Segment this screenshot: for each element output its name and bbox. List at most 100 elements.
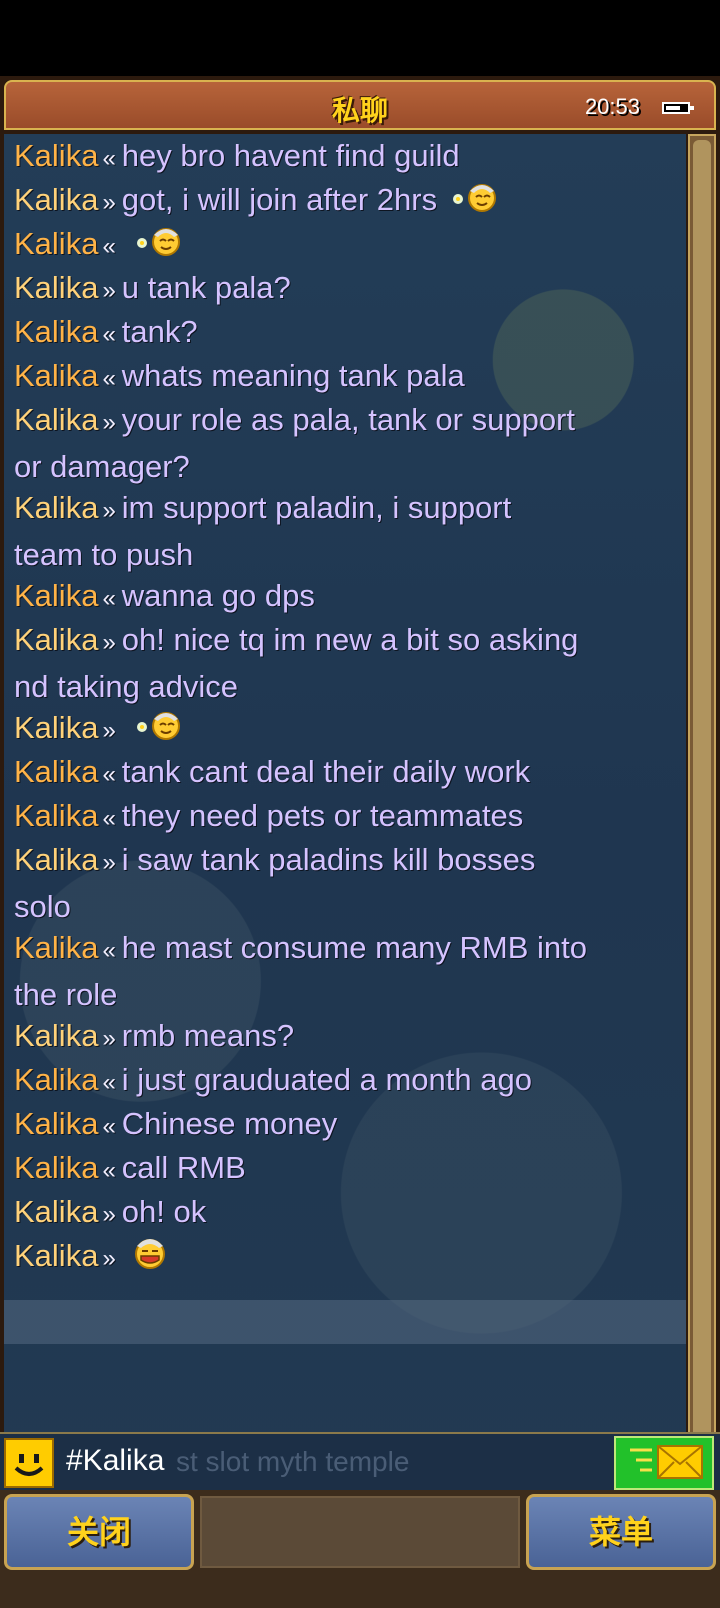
incoming-arrow-icon: « xyxy=(102,1113,116,1140)
message-text: he mast consume many RMB into xyxy=(121,930,587,965)
chat-message: Kalika «i just grauduated a month ago xyxy=(14,1058,674,1105)
chat-message: Kalika» u tank pala? xyxy=(14,266,674,313)
incoming-arrow-icon: « xyxy=(102,585,116,612)
outgoing-arrow-icon: » xyxy=(102,189,116,216)
send-button[interactable] xyxy=(614,1436,714,1490)
message-text: i saw tank paladins kill bosses xyxy=(121,842,536,877)
message-text: oh! ok xyxy=(121,1194,207,1229)
message-text: im support paladin, i support xyxy=(121,490,512,525)
outgoing-arrow-icon: » xyxy=(102,849,116,876)
message-text: hey bro havent find guild xyxy=(121,138,460,173)
sender-name[interactable]: Kalika xyxy=(14,490,98,525)
chat-message: Kalika «whats meaning tank pala xyxy=(14,354,674,401)
outgoing-arrow-icon: » xyxy=(102,1245,116,1273)
chat-message: Kalika» im support paladin, i support team… xyxy=(14,486,674,577)
incoming-arrow-icon: « xyxy=(102,321,116,348)
chat-message: Kalika» xyxy=(14,1234,674,1282)
message-text: wanna go dps xyxy=(121,578,315,613)
outgoing-arrow-icon: » xyxy=(102,629,116,656)
chat-message: Kalika» your role as pala, tank or suppor… xyxy=(14,398,674,489)
chat-message: Kalika» i saw tank paladins kill bosses so… xyxy=(14,838,674,929)
message-text: call RMB xyxy=(121,1150,246,1185)
scrollbar[interactable] xyxy=(688,134,716,1546)
message-text: tank? xyxy=(121,314,198,349)
message-text: whats meaning tank pala xyxy=(121,358,465,393)
sender-name[interactable]: Kalika xyxy=(14,1238,98,1273)
sender-name[interactable]: Kalika xyxy=(14,314,98,349)
sender-name[interactable]: Kalika xyxy=(14,1194,98,1229)
chat-message: Kalika» got, i will join after 2hrs xyxy=(14,178,674,225)
message-text: your role as pala, tank or support xyxy=(121,402,575,437)
incoming-arrow-icon: « xyxy=(102,365,116,392)
message-text-continued: the role xyxy=(14,977,118,1012)
bottom-bar: 关闭 菜单 xyxy=(0,1490,720,1608)
incoming-arrow-icon: « xyxy=(102,937,116,964)
outgoing-arrow-icon: » xyxy=(102,1025,116,1052)
chat-message: Kalika» xyxy=(14,706,674,753)
message-text-continued: solo xyxy=(14,889,71,924)
sender-name[interactable]: Kalika xyxy=(14,1150,98,1185)
battery-icon xyxy=(662,102,694,114)
title-bar: 私聊 20:53 xyxy=(4,80,716,130)
scroll-thumb[interactable] xyxy=(693,140,711,1536)
chat-message: Kalika «tank? xyxy=(14,310,674,357)
incoming-arrow-icon: « xyxy=(102,1157,116,1184)
sender-name[interactable]: Kalika xyxy=(14,270,98,305)
incoming-arrow-icon: « xyxy=(102,233,116,260)
chat-message: Kalika» oh! ok xyxy=(14,1190,674,1237)
bottom-center-panel xyxy=(200,1496,520,1568)
sender-name[interactable]: Kalika xyxy=(14,930,98,965)
sender-name[interactable]: Kalika xyxy=(14,842,98,877)
message-text: rmb means? xyxy=(121,1018,295,1053)
incoming-arrow-icon: « xyxy=(102,805,116,832)
outgoing-arrow-icon: » xyxy=(102,277,116,304)
outgoing-arrow-icon: » xyxy=(102,409,116,436)
background-ghost-text: st slot myth temple xyxy=(176,1446,410,1477)
incoming-arrow-icon: « xyxy=(102,761,116,788)
input-bar: st slot myth temple #Kalika xyxy=(0,1432,720,1492)
message-text-continued: nd taking advice xyxy=(14,669,239,704)
message-text: u tank pala? xyxy=(121,270,291,305)
sender-name[interactable]: Kalika xyxy=(14,710,98,745)
sender-name[interactable]: Kalika xyxy=(14,1062,98,1097)
laughing-helmet-icon xyxy=(130,1234,170,1282)
chat-window: 私聊 20:53 Kalika «hey bro havent find guil… xyxy=(0,76,720,1608)
sender-name[interactable]: Kalika xyxy=(14,622,98,657)
sender-name[interactable]: Kalika xyxy=(14,402,98,437)
close-button[interactable]: 关闭 xyxy=(4,1494,194,1570)
message-input[interactable]: #Kalika xyxy=(66,1444,164,1478)
chat-message: Kalika «they need pets or teammates xyxy=(14,794,674,841)
incoming-arrow-icon: « xyxy=(102,1069,116,1096)
chat-message: Kalika «he mast consume many RMB into the … xyxy=(14,926,674,1017)
outgoing-arrow-icon: » xyxy=(102,717,116,744)
message-text: Chinese money xyxy=(121,1106,338,1141)
chat-message: Kalika «hey bro havent find guild xyxy=(14,134,674,181)
menu-button[interactable]: 菜单 xyxy=(526,1494,716,1570)
chat-message: Kalika « xyxy=(14,222,674,269)
sender-name[interactable]: Kalika xyxy=(14,182,98,217)
smiley-face-icon xyxy=(6,1440,52,1486)
sender-name[interactable]: Kalika xyxy=(14,798,98,833)
message-text: got, i will join after 2hrs xyxy=(121,182,438,217)
sender-name[interactable]: Kalika xyxy=(14,578,98,613)
sender-name[interactable]: Kalika xyxy=(14,138,98,173)
selected-row-highlight xyxy=(4,1300,686,1344)
incoming-arrow-icon: « xyxy=(102,145,116,172)
chat-message: Kalika «tank cant deal their daily work xyxy=(14,750,674,797)
chat-message: Kalika «call RMB xyxy=(14,1146,674,1193)
message-text: they need pets or teammates xyxy=(121,798,524,833)
smiley-helmet-icon xyxy=(446,179,502,225)
smiley-helmet-icon xyxy=(130,223,186,269)
sender-name[interactable]: Kalika xyxy=(14,358,98,393)
message-text: oh! nice tq im new a bit so asking xyxy=(121,622,579,657)
sender-name[interactable]: Kalika xyxy=(14,1106,98,1141)
message-list[interactable]: Kalika «hey bro havent find guild Kalika»… xyxy=(4,134,686,1546)
sender-name[interactable]: Kalika xyxy=(14,1018,98,1053)
chat-message: Kalika «Chinese money xyxy=(14,1102,674,1149)
message-text: tank cant deal their daily work xyxy=(121,754,531,789)
sender-name[interactable]: Kalika xyxy=(14,754,98,789)
sender-name[interactable]: Kalika xyxy=(14,226,98,261)
emoji-button[interactable] xyxy=(4,1438,54,1488)
mail-icon xyxy=(630,1445,703,1479)
message-text: i just grauduated a month ago xyxy=(121,1062,532,1097)
